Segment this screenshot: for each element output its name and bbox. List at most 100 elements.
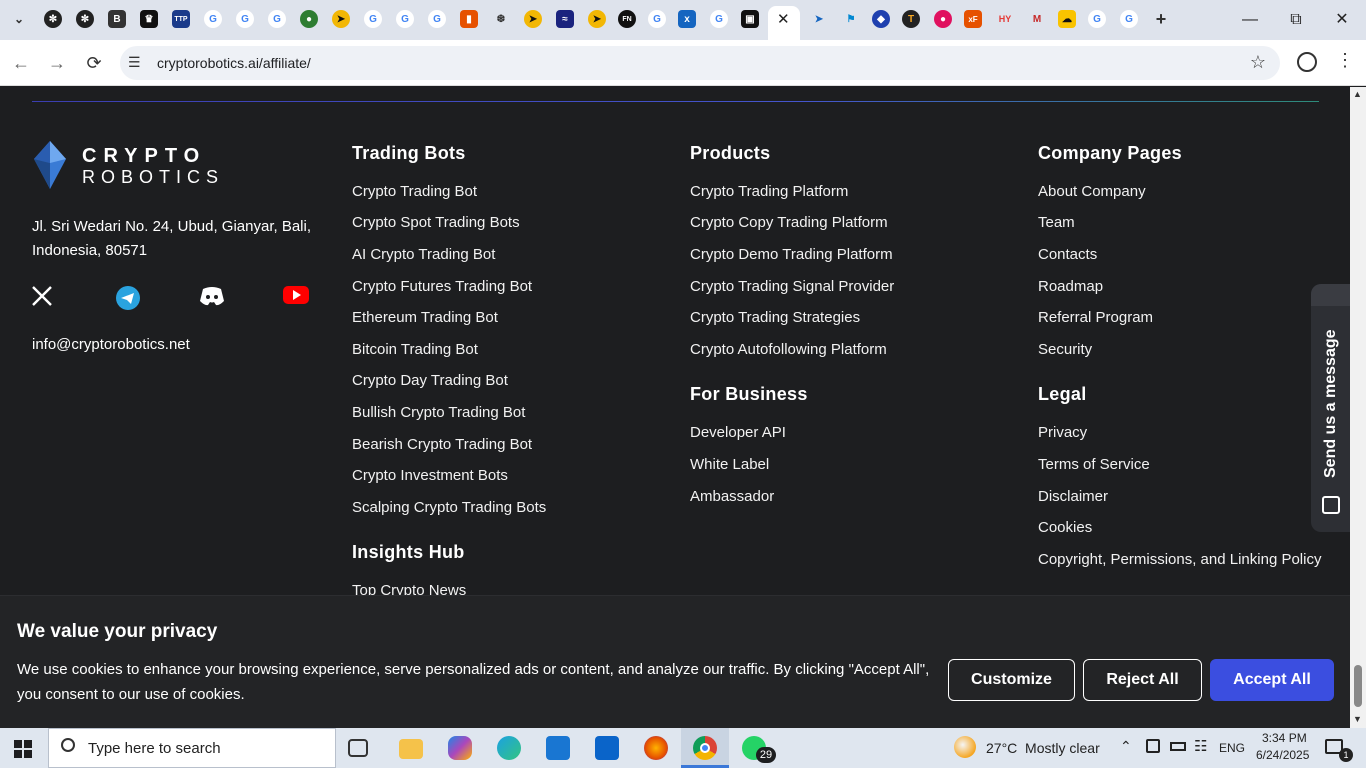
tab-favicon-ttp-icon[interactable]: TTP (172, 10, 190, 28)
weather-icon[interactable] (954, 736, 976, 758)
tab-favicon-flag-icon[interactable]: ⚑ (842, 10, 860, 28)
tab-favicon-openai-icon[interactable]: ✼ (76, 10, 94, 28)
cryptorobotics-logo[interactable]: CRYPTO ROBOTICS (32, 141, 218, 194)
footer-link[interactable]: Referral Program (1038, 309, 1153, 326)
tab-favicon-yellow-cloud-icon[interactable]: ☁ (1058, 10, 1076, 28)
tab-favicon-google-icon[interactable]: G (1120, 10, 1138, 28)
tab-favicon-t-icon[interactable]: T (902, 10, 920, 28)
clock-date[interactable]: 6/24/2025 (1256, 748, 1309, 762)
footer-link[interactable]: Bullish Crypto Trading Bot (352, 404, 525, 421)
footer-link[interactable]: Disclaimer (1038, 488, 1108, 505)
battery-icon[interactable] (1170, 742, 1186, 751)
footer-link[interactable]: Bearish Crypto Trading Bot (352, 436, 532, 453)
tab-favicon-google-icon[interactable]: G (364, 10, 382, 28)
windows-start-icon[interactable] (14, 740, 32, 758)
footer-link[interactable]: Team (1038, 214, 1075, 231)
tab-favicon-fn-icon[interactable]: FN (618, 10, 636, 28)
new-tab-plus-icon[interactable]: + (1152, 9, 1170, 29)
footer-link[interactable]: Crypto Autofollowing Platform (690, 341, 887, 358)
tab-favicon-tree-icon[interactable]: ❆ (492, 10, 510, 28)
meet-now-icon[interactable] (1146, 739, 1160, 753)
microsoft-store-icon[interactable] (546, 736, 570, 760)
footer-link[interactable]: Crypto Demo Trading Platform (690, 246, 893, 263)
tab-favicon-google-icon[interactable]: G (428, 10, 446, 28)
footer-link[interactable]: Roadmap (1038, 278, 1103, 295)
tab-favicon-wave-icon[interactable]: ≈ (556, 10, 574, 28)
edge-icon[interactable] (497, 736, 521, 760)
reject-all-button[interactable]: Reject All (1083, 659, 1202, 701)
site-info-icon[interactable]: ☰ (128, 54, 141, 71)
clock-time[interactable]: 3:34 PM (1262, 731, 1307, 745)
close-tab-icon[interactable]: ✕ (777, 10, 790, 28)
footer-link[interactable]: White Label (690, 456, 769, 473)
footer-link[interactable]: Ambassador (690, 488, 774, 505)
footer-link[interactable]: Ethereum Trading Bot (352, 309, 498, 326)
footer-link[interactable]: Developer API (690, 424, 786, 441)
tab-search-dropdown-icon[interactable]: ⌄ (10, 10, 28, 28)
tab-favicon-google-icon[interactable]: G (396, 10, 414, 28)
tab-favicon-orange-icon[interactable]: ▮ (460, 10, 478, 28)
tab-favicon-google-icon[interactable]: G (204, 10, 222, 28)
footer-link[interactable]: Crypto Day Trading Bot (352, 372, 508, 389)
telegram-icon[interactable] (115, 285, 141, 310)
url-text[interactable]: cryptorobotics.ai/affiliate/ (157, 55, 311, 71)
reload-icon[interactable]: ⟳ (83, 52, 105, 74)
tab-favicon-arrow-icon[interactable]: ➤ (810, 10, 828, 28)
tab-favicon-image-icon[interactable]: ▣ (741, 10, 759, 28)
omnibox[interactable]: ☰ cryptorobotics.ai/affiliate/ ☆ (120, 46, 1280, 80)
scrollbar-thumb[interactable] (1354, 665, 1362, 707)
chat-widget-label[interactable]: Send us a message (1322, 329, 1340, 478)
tab-favicon-globe-icon[interactable]: ● (300, 10, 318, 28)
bookmark-star-icon[interactable]: ☆ (1250, 52, 1266, 73)
tab-favicon-google-icon[interactable]: G (1088, 10, 1106, 28)
active-tab[interactable]: ✕ (768, 6, 800, 40)
footer-link[interactable]: Crypto Trading Bot (352, 183, 477, 200)
footer-link[interactable]: Privacy (1038, 424, 1087, 441)
copilot-icon[interactable] (448, 736, 472, 760)
footer-link[interactable]: About Company (1038, 183, 1146, 200)
x-icon[interactable] (31, 285, 57, 309)
footer-link[interactable]: Crypto Trading Signal Provider (690, 278, 894, 295)
window-close-icon[interactable]: ✕ (1330, 8, 1354, 32)
restore-icon[interactable]: ⧉ (1284, 8, 1308, 32)
footer-link[interactable]: Crypto Spot Trading Bots (352, 214, 520, 231)
task-view-icon[interactable] (348, 739, 368, 757)
scroll-down-arrow-icon[interactable]: ▼ (1353, 714, 1362, 724)
tab-favicon-yellow-icon[interactable]: ➤ (588, 10, 606, 28)
footer-link[interactable]: Crypto Futures Trading Bot (352, 278, 532, 295)
tab-favicon-yellow-icon[interactable]: ➤ (524, 10, 542, 28)
footer-link[interactable]: Terms of Service (1038, 456, 1150, 473)
scroll-up-arrow-icon[interactable]: ▲ (1353, 89, 1362, 99)
page-scrollbar[interactable]: ▲ ▼ (1350, 87, 1366, 728)
tab-favicon-xf-icon[interactable]: xF (964, 10, 982, 28)
tab-favicon-google-icon[interactable]: G (710, 10, 728, 28)
forward-icon[interactable]: → (46, 52, 68, 74)
tab-favicon-google-icon[interactable]: G (236, 10, 254, 28)
tab-favicon-shield-icon[interactable]: ◆ (872, 10, 890, 28)
tab-favicon-m-icon[interactable]: M (1028, 10, 1046, 28)
footer-link[interactable]: Crypto Investment Bots (352, 467, 508, 484)
chrome-menu-icon[interactable]: ⋮ (1336, 50, 1354, 71)
customize-button[interactable]: Customize (948, 659, 1075, 701)
tab-favicon-red-icon[interactable]: ● (934, 10, 952, 28)
minimize-icon[interactable]: — (1238, 8, 1262, 32)
footer-link[interactable]: Copyright, Permissions, and Linking Poli… (1038, 551, 1321, 568)
profile-icon[interactable] (1297, 52, 1317, 72)
footer-link[interactable]: Crypto Trading Strategies (690, 309, 860, 326)
wifi-icon[interactable]: ☷ (1194, 737, 1207, 755)
tab-favicon-crown-icon[interactable]: ♛ (140, 10, 158, 28)
back-icon[interactable]: ← (10, 52, 32, 74)
tab-favicon-yellow-icon[interactable]: ➤ (332, 10, 350, 28)
show-hidden-icons-icon[interactable]: ⌃ (1120, 738, 1132, 755)
tab-favicon-google-icon[interactable]: G (648, 10, 666, 28)
footer-link[interactable]: Bitcoin Trading Bot (352, 341, 478, 358)
footer-link[interactable]: Cookies (1038, 519, 1092, 536)
footer-link[interactable]: Security (1038, 341, 1092, 358)
tab-favicon-openai-icon[interactable]: ✼ (44, 10, 62, 28)
chrome-icon[interactable] (693, 736, 717, 760)
file-explorer-icon[interactable] (399, 739, 423, 759)
accept-all-button[interactable]: Accept All (1210, 659, 1334, 701)
firefox-icon[interactable] (644, 736, 668, 760)
language-indicator[interactable]: ENG (1219, 741, 1245, 755)
tab-favicon-hy-icon[interactable]: HY (996, 10, 1014, 28)
